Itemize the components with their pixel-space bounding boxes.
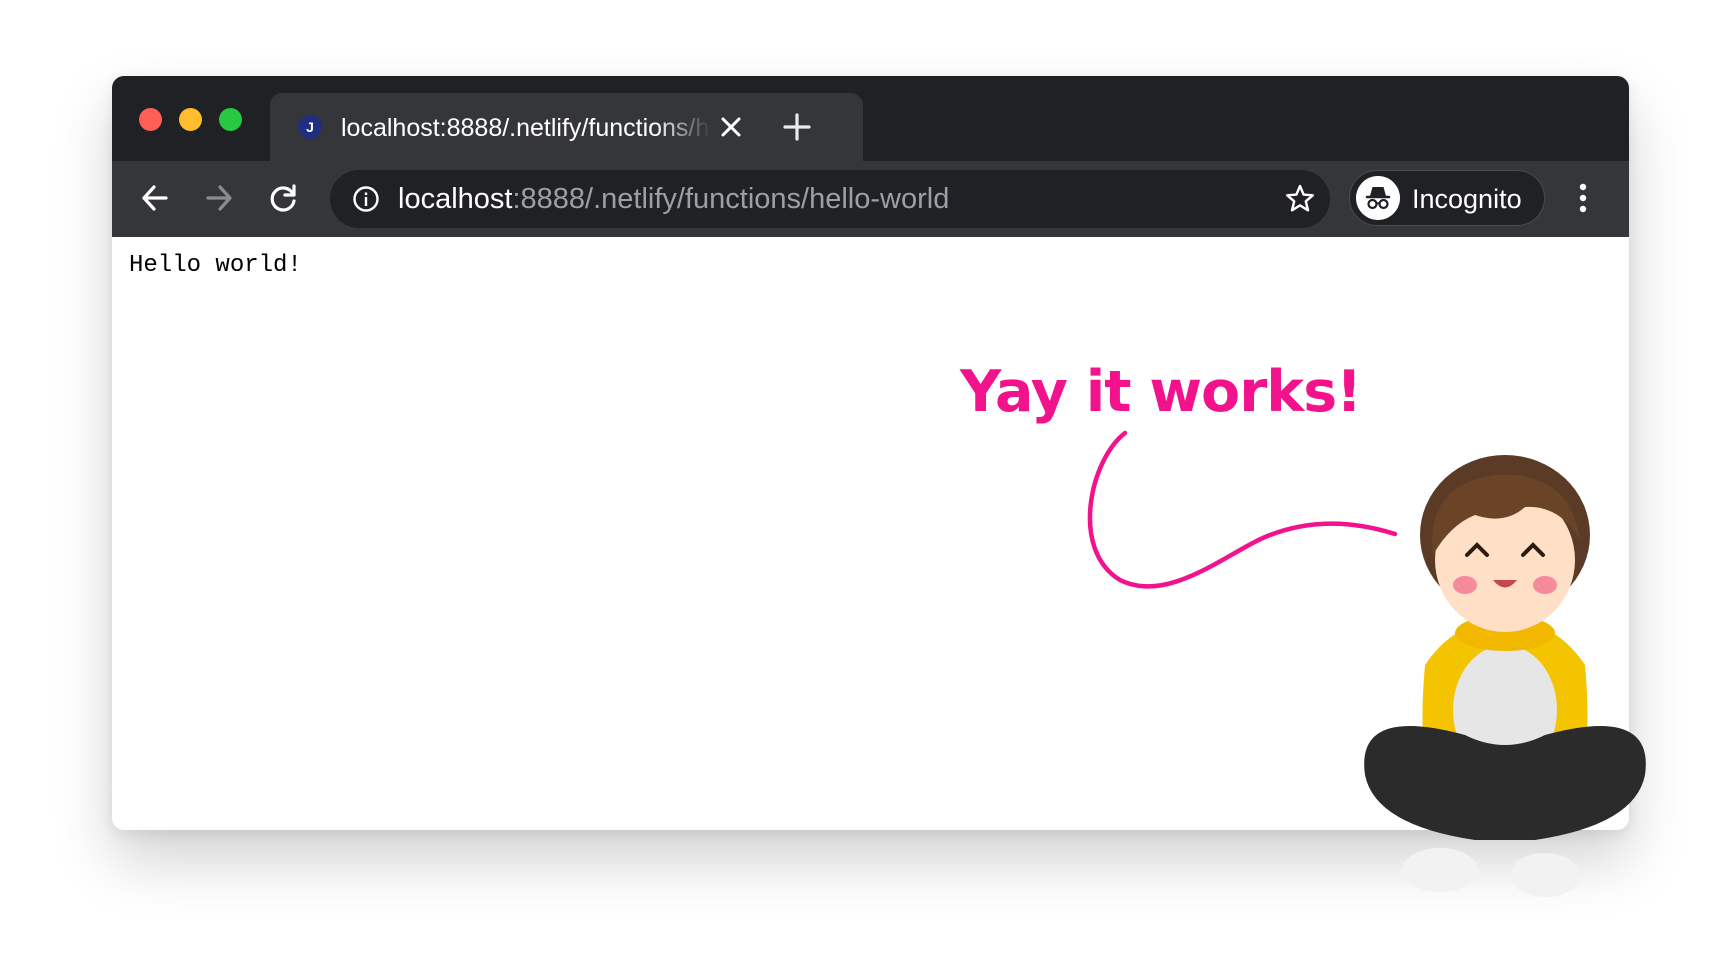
tab-title: localhost:8888/.netlify/functions/hello-…: [341, 114, 711, 142]
toolbar: localhost:8888/.netlify/functions/hello-…: [112, 161, 1629, 237]
minimize-window-button[interactable]: [179, 108, 202, 131]
close-window-button[interactable]: [139, 108, 162, 131]
character-illustration: [1364, 455, 1646, 897]
info-icon[interactable]: [352, 185, 380, 213]
close-icon[interactable]: [717, 113, 745, 141]
incognito-icon: [1356, 176, 1400, 220]
url-path: :8888/.netlify/functions/hello-world: [512, 183, 950, 215]
address-bar[interactable]: localhost:8888/.netlify/functions/hello-…: [330, 170, 1330, 228]
more-vert-icon[interactable]: [1567, 178, 1599, 218]
reload-icon[interactable]: [263, 178, 303, 218]
zoom-window-button[interactable]: [219, 108, 242, 131]
incognito-profile-button[interactable]: Incognito: [1349, 170, 1545, 226]
annotation-text: Yay it works!: [960, 359, 1362, 425]
favicon-icon: J: [298, 115, 322, 139]
url-text: localhost:8888/.netlify/functions/hello-…: [398, 182, 949, 216]
star-icon[interactable]: [1283, 182, 1317, 216]
forward-arrow-icon[interactable]: [199, 178, 239, 218]
title-bar: J localhost:8888/.netlify/functions/hell…: [112, 76, 1629, 161]
incognito-label: Incognito: [1412, 184, 1522, 214]
plus-icon[interactable]: [781, 111, 813, 143]
page-body-text: Hello world!: [129, 252, 302, 279]
url-host: localhost: [398, 183, 513, 215]
tab-active[interactable]: J localhost:8888/.netlify/functions/hell…: [270, 93, 863, 161]
back-arrow-icon[interactable]: [135, 178, 175, 218]
